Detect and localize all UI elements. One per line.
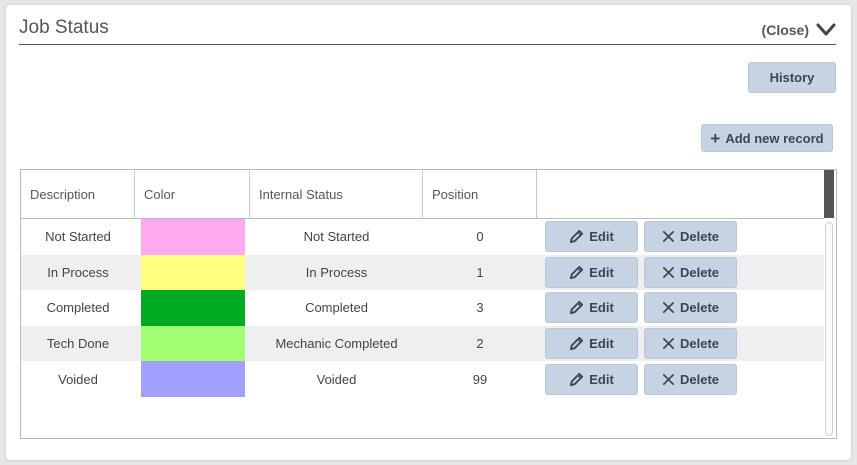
cell-actions: Edit Delete bbox=[537, 326, 824, 362]
cell-internal-status: Voided bbox=[316, 371, 357, 387]
cell-internal-status: Not Started bbox=[303, 229, 370, 245]
cell-internal-status: Completed bbox=[305, 300, 368, 316]
pencil-icon bbox=[569, 300, 584, 315]
table-row: Voided Voided 99 Edit Delete bbox=[21, 361, 824, 397]
table-row: Completed Completed 3 Edit Delete bbox=[21, 290, 824, 326]
close-toggle[interactable]: (Close) bbox=[762, 19, 836, 41]
column-header-internal-status[interactable]: Internal Status bbox=[250, 170, 423, 218]
pencil-icon bbox=[569, 336, 584, 351]
cell-actions: Edit Delete bbox=[537, 255, 824, 291]
cell-position: 2 bbox=[476, 336, 484, 352]
column-header-color[interactable]: Color bbox=[135, 170, 250, 218]
delete-button[interactable]: Delete bbox=[644, 292, 737, 324]
pencil-icon bbox=[569, 372, 584, 387]
cell-internal-status: Mechanic Completed bbox=[275, 336, 398, 352]
cell-description: Completed bbox=[46, 300, 110, 316]
edit-button[interactable]: Edit bbox=[545, 292, 638, 324]
cell-description: Tech Done bbox=[46, 336, 110, 352]
delete-label: Delete bbox=[679, 336, 720, 352]
cell-color bbox=[135, 254, 250, 291]
table-header: Description Color Internal Status Positi… bbox=[21, 170, 824, 219]
table-body: Not Started Not Started 0 Edit Delete In… bbox=[21, 219, 824, 397]
edit-button[interactable]: Edit bbox=[545, 328, 638, 360]
cell-position: 3 bbox=[476, 300, 484, 316]
x-icon bbox=[662, 337, 675, 350]
delete-label: Delete bbox=[679, 229, 720, 245]
scrollbar-header bbox=[824, 170, 834, 218]
cell-actions: Edit Delete bbox=[537, 219, 824, 255]
cell-color bbox=[135, 290, 250, 326]
table-row: Tech Done Mechanic Completed 2 Edit Dele… bbox=[21, 325, 824, 362]
pencil-icon bbox=[569, 265, 584, 280]
edit-label: Edit bbox=[589, 264, 614, 280]
color-swatch bbox=[141, 290, 245, 326]
pencil-icon bbox=[569, 229, 584, 244]
cell-actions: Edit Delete bbox=[537, 361, 824, 397]
history-label: History bbox=[769, 70, 815, 85]
cell-color bbox=[135, 219, 250, 255]
add-label: Add new record bbox=[725, 130, 824, 146]
close-label: (Close) bbox=[761, 22, 809, 38]
column-header-description[interactable]: Description bbox=[21, 170, 135, 218]
edit-button[interactable]: Edit bbox=[545, 221, 638, 253]
cell-color bbox=[135, 325, 250, 362]
cell-color bbox=[135, 361, 250, 397]
x-icon bbox=[662, 266, 675, 279]
color-swatch bbox=[141, 254, 245, 291]
table-row: In Process In Process 1 Edit Delete bbox=[21, 254, 824, 291]
plus-icon: + bbox=[710, 128, 721, 148]
cell-description: Voided bbox=[58, 371, 98, 387]
table-row: Not Started Not Started 0 Edit Delete bbox=[21, 219, 824, 255]
chevron-down-icon bbox=[816, 23, 836, 36]
color-swatch bbox=[141, 219, 245, 255]
panel-header: Job Status (Close) bbox=[19, 15, 836, 45]
cell-description: In Process bbox=[47, 264, 109, 280]
cell-internal-status: In Process bbox=[305, 264, 368, 280]
cell-description: Not Started bbox=[45, 229, 111, 245]
x-icon bbox=[662, 230, 675, 243]
edit-label: Edit bbox=[589, 229, 614, 245]
column-header-position[interactable]: Position bbox=[423, 170, 537, 218]
edit-label: Edit bbox=[589, 336, 614, 352]
add-new-record-button[interactable]: + Add new record bbox=[701, 124, 833, 152]
cell-position: 0 bbox=[476, 229, 484, 245]
cell-position: 1 bbox=[476, 264, 484, 280]
cell-position: 99 bbox=[472, 371, 488, 387]
edit-button[interactable]: Edit bbox=[545, 256, 638, 288]
scrollbar[interactable] bbox=[825, 222, 833, 436]
job-status-panel: Job Status (Close) History + Add new rec… bbox=[6, 5, 851, 460]
job-status-table: Description Color Internal Status Positi… bbox=[20, 169, 837, 439]
delete-button[interactable]: Delete bbox=[644, 328, 737, 360]
panel-title: Job Status bbox=[19, 17, 109, 38]
x-icon bbox=[662, 301, 675, 314]
history-button[interactable]: History bbox=[748, 62, 836, 93]
delete-button[interactable]: Delete bbox=[644, 256, 737, 288]
color-swatch bbox=[141, 361, 245, 397]
color-swatch bbox=[141, 325, 245, 362]
edit-label: Edit bbox=[589, 300, 614, 316]
column-header-actions bbox=[537, 170, 824, 218]
delete-button[interactable]: Delete bbox=[644, 363, 737, 395]
delete-label: Delete bbox=[679, 300, 720, 316]
edit-label: Edit bbox=[589, 371, 614, 387]
x-icon bbox=[662, 373, 675, 386]
delete-label: Delete bbox=[679, 264, 720, 280]
edit-button[interactable]: Edit bbox=[545, 363, 638, 395]
cell-actions: Edit Delete bbox=[537, 290, 824, 326]
delete-label: Delete bbox=[679, 371, 720, 387]
delete-button[interactable]: Delete bbox=[644, 221, 737, 253]
